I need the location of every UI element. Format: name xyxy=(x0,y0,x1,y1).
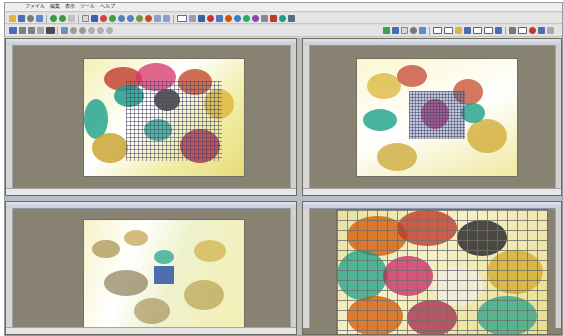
image-pane-bottom-right[interactable] xyxy=(302,201,562,335)
zoom-in-icon[interactable] xyxy=(118,15,125,22)
right-tool-15-icon[interactable] xyxy=(529,27,536,34)
window-icon[interactable] xyxy=(288,15,295,22)
green-tool-icon[interactable] xyxy=(109,15,116,22)
pane-title xyxy=(6,39,296,46)
right-tool-13-icon[interactable] xyxy=(509,27,516,34)
vertical-ruler xyxy=(6,45,13,189)
right-tool-12-icon[interactable] xyxy=(495,27,502,34)
menu-item-view[interactable]: 表示 xyxy=(65,3,75,12)
grid-overlay[interactable] xyxy=(409,91,465,139)
redo-icon[interactable] xyxy=(59,15,66,22)
menu-item-tools[interactable]: ツール xyxy=(80,3,95,12)
right-tool-14-icon[interactable] xyxy=(518,27,527,34)
flip-icon[interactable] xyxy=(79,27,86,34)
zoom-out-icon[interactable] xyxy=(127,15,134,22)
main-toolbar xyxy=(5,13,562,24)
pane-title xyxy=(6,202,296,209)
workspace xyxy=(5,38,562,335)
threshold-icon[interactable] xyxy=(252,15,259,22)
pane-title xyxy=(303,39,561,46)
right-tool-6-icon[interactable] xyxy=(433,27,442,34)
fill-tool-icon[interactable] xyxy=(198,15,205,22)
micrograph-image xyxy=(84,220,244,332)
save-icon[interactable] xyxy=(18,15,25,22)
secondary-toolbar xyxy=(5,25,562,37)
right-tool-1-icon[interactable] xyxy=(383,27,390,34)
tag-icon[interactable] xyxy=(145,15,152,22)
image-pane-top-left[interactable] xyxy=(5,38,297,196)
grid-overlay[interactable] xyxy=(126,81,222,161)
menu-bar: ファイル 編集 表示 ツール ヘルプ xyxy=(5,3,562,12)
vertical-scrollbar[interactable] xyxy=(290,45,296,189)
right-tool-16-icon[interactable] xyxy=(538,27,545,34)
image-pane-top-right[interactable] xyxy=(302,38,562,196)
overlay-icon[interactable] xyxy=(243,15,250,22)
filter-icon[interactable] xyxy=(261,15,268,22)
crop-icon[interactable] xyxy=(163,15,170,22)
vertical-scrollbar[interactable] xyxy=(555,45,561,189)
right-tool-11-icon[interactable] xyxy=(484,27,493,34)
vertical-scrollbar[interactable] xyxy=(290,208,296,328)
menu-item-help[interactable]: ヘルプ xyxy=(100,3,115,12)
right-tool-10-icon[interactable] xyxy=(473,27,482,34)
vertical-ruler xyxy=(303,45,310,189)
grid-icon[interactable] xyxy=(9,27,17,34)
contrast-icon[interactable] xyxy=(97,27,104,34)
horizontal-ruler xyxy=(6,327,296,334)
application-window: ファイル 編集 表示 ツール ヘルプ xyxy=(4,2,563,336)
stamp-icon[interactable] xyxy=(207,15,214,22)
right-tool-5-icon[interactable] xyxy=(419,27,426,34)
right-tool-3-icon[interactable] xyxy=(401,27,408,34)
layer-icon[interactable] xyxy=(216,15,223,22)
pane-title xyxy=(303,202,561,209)
rotate-icon[interactable] xyxy=(70,27,77,34)
histogram-icon[interactable] xyxy=(225,15,232,22)
image-icon[interactable] xyxy=(46,27,55,34)
sharpen-icon[interactable] xyxy=(106,27,113,34)
micrograph-image xyxy=(84,59,244,176)
open-icon[interactable] xyxy=(9,15,16,22)
right-tool-9-icon[interactable] xyxy=(464,27,471,34)
copy-icon[interactable] xyxy=(36,15,43,22)
menu-item-file[interactable]: ファイル xyxy=(25,3,45,12)
right-tool-17-icon[interactable] xyxy=(547,27,554,34)
export-icon[interactable] xyxy=(270,15,277,22)
horizontal-ruler xyxy=(6,188,296,195)
nav-forward-icon[interactable] xyxy=(28,27,35,34)
pointer-icon[interactable] xyxy=(82,15,89,22)
tile-icon[interactable] xyxy=(61,27,68,34)
nav-back-icon[interactable] xyxy=(19,27,26,34)
vertical-scrollbar[interactable] xyxy=(555,208,561,328)
vertical-ruler xyxy=(303,208,310,328)
micrograph-image xyxy=(357,59,517,176)
zoomed-micrograph-image xyxy=(337,210,547,334)
measure-icon[interactable] xyxy=(154,15,161,22)
ellipse-tool-icon[interactable] xyxy=(189,15,196,22)
color-picker-icon[interactable] xyxy=(100,15,107,22)
right-tool-4-icon[interactable] xyxy=(410,27,417,34)
selection-box[interactable] xyxy=(154,266,174,284)
arrow-icon[interactable] xyxy=(91,15,98,22)
settings-icon[interactable] xyxy=(279,15,286,22)
channel-icon[interactable] xyxy=(234,15,241,22)
vertical-ruler xyxy=(6,208,13,328)
marker-icon[interactable] xyxy=(136,15,143,22)
fit-icon[interactable] xyxy=(37,27,44,34)
cut-icon[interactable] xyxy=(68,15,75,22)
menu-item-edit[interactable]: 編集 xyxy=(50,3,60,12)
rectangle-tool-icon[interactable] xyxy=(177,15,187,22)
right-tool-7-icon[interactable] xyxy=(444,27,453,34)
brightness-icon[interactable] xyxy=(88,27,95,34)
image-pane-bottom-left[interactable] xyxy=(5,201,297,335)
grid-overlay[interactable] xyxy=(337,210,547,334)
undo-icon[interactable] xyxy=(50,15,57,22)
right-tool-2-icon[interactable] xyxy=(392,27,399,34)
horizontal-ruler xyxy=(303,188,561,195)
print-icon[interactable] xyxy=(27,15,34,22)
right-tool-8-icon[interactable] xyxy=(455,27,462,34)
